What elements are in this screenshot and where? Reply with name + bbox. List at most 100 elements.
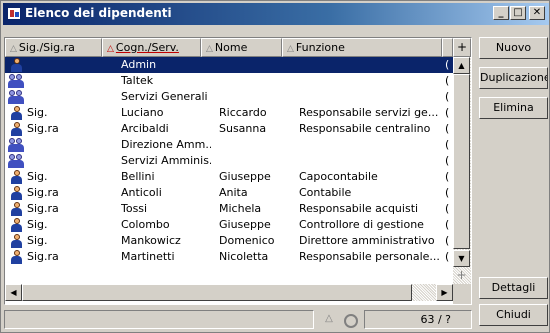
table-row[interactable]: Sig.ra Anticoli Anita Contabile ( — [5, 185, 453, 201]
person-icon — [7, 185, 25, 201]
vertical-scrollbar[interactable]: ▲ ▼ + — [453, 57, 471, 284]
person-icon — [7, 57, 25, 73]
expand-icon[interactable]: + — [453, 268, 470, 284]
cell-extra: ( — [445, 138, 450, 151]
new-button[interactable]: Nuovo — [479, 37, 548, 59]
cell-function: Capocontabile — [299, 170, 378, 183]
table-row[interactable]: Admin ( — [5, 57, 453, 73]
cell-surname: Luciano — [121, 106, 164, 119]
table-row[interactable]: Direzione Amm.... ( — [5, 137, 453, 153]
table-row[interactable]: Taltek ( — [5, 73, 453, 89]
cell-name: Nicoletta — [219, 250, 269, 263]
window-title: Elenco dei dipendenti — [25, 6, 172, 20]
close-button[interactable]: Chiudi — [479, 304, 548, 326]
cell-extra: ( — [445, 74, 450, 87]
cell-extra: ( — [445, 154, 450, 167]
column-header-name[interactable]: △ Nome — [201, 38, 282, 57]
table-row[interactable]: Sig.ra Martinetti Nicoletta Responsabile pe… — [5, 249, 453, 265]
cell-extra: ( — [445, 122, 450, 135]
column-header-title[interactable]: △ Sig./Sig.ra — [5, 38, 102, 57]
column-header-surname[interactable]: △ Cogn./Serv. — [102, 38, 201, 57]
group-icon — [7, 137, 25, 153]
cell-surname: Tossi — [121, 202, 148, 215]
delete-button[interactable]: Elimina — [479, 97, 548, 119]
cell-surname: Admin — [121, 58, 157, 71]
person-icon — [7, 249, 25, 265]
table-row[interactable]: Servizi Amminis... ( — [5, 153, 453, 169]
employee-list[interactable]: △ Sig./Sig.ra △ Cogn./Serv. △ Nome △ Funzion… — [4, 37, 472, 305]
person-icon — [7, 217, 25, 233]
cell-surname: Mankowicz — [121, 234, 181, 247]
person-icon — [7, 121, 25, 137]
cell-extra: ( — [445, 202, 450, 215]
cell-title: Sig.ra — [27, 202, 59, 215]
cell-function: Direttore amministrativo ... — [299, 234, 439, 247]
cell-extra: ( — [445, 250, 450, 263]
list-rows: Admin (Taltek (Servizi Generali (Sig. Lucian… — [5, 57, 453, 284]
table-row[interactable]: Sig. Colombo Giuseppe Controllore di gestio… — [5, 217, 453, 233]
cell-name: Michela — [219, 202, 262, 215]
cell-title: Sig. — [27, 106, 48, 119]
cell-surname: Servizi Amminis... — [121, 154, 211, 167]
cell-function: Responsabile servizi ge... — [299, 106, 439, 119]
column-header-extra[interactable] — [442, 38, 453, 57]
add-column-button[interactable]: + — [453, 38, 471, 57]
table-row[interactable]: Sig.ra Tossi Michela Responsabile acquisti ( — [5, 201, 453, 217]
cell-surname: Arcibaldi — [121, 122, 169, 135]
cell-name: Domenico — [219, 234, 275, 247]
cell-extra: ( — [445, 106, 450, 119]
cell-title: Sig. — [27, 170, 48, 183]
person-icon — [7, 169, 25, 185]
details-button[interactable]: Dettagli — [479, 277, 548, 299]
cell-extra: ( — [445, 234, 450, 247]
cell-title: Sig.ra — [27, 186, 59, 199]
person-icon — [7, 233, 25, 249]
table-row[interactable]: Sig. Luciano Riccardo Responsabile servizi … — [5, 105, 453, 121]
table-row[interactable]: Sig. Mankowicz Domenico Direttore amministr… — [5, 233, 453, 249]
vertical-scroll-thumb[interactable] — [453, 74, 470, 249]
cell-surname: Servizi Generali — [121, 90, 208, 103]
group-icon — [7, 73, 25, 89]
close-window-button[interactable]: ✕ — [529, 6, 545, 20]
scroll-right-icon[interactable]: ▶ — [436, 284, 453, 301]
person-icon — [7, 105, 25, 121]
cell-title: Sig. — [27, 218, 48, 231]
horizontal-scrollbar[interactable]: ◀ ▶ — [5, 284, 453, 301]
group-icon — [7, 153, 25, 169]
scroll-up-icon[interactable]: ▲ — [453, 57, 470, 74]
cell-function: Contabile — [299, 186, 352, 199]
table-row[interactable]: Sig.ra Arcibaldi Susanna Responsabile centr… — [5, 121, 453, 137]
cell-title: Sig.ra — [27, 122, 59, 135]
cell-name: Susanna — [219, 122, 267, 135]
app-icon — [7, 7, 21, 20]
scroll-left-icon[interactable]: ◀ — [5, 284, 22, 301]
title-bar[interactable]: Elenco dei dipendenti _ □ ✕ — [3, 3, 549, 25]
table-row[interactable]: Servizi Generali ( — [5, 89, 453, 105]
status-text-area — [4, 310, 314, 329]
sort-indicator-icon: △ — [10, 44, 17, 54]
cell-extra: ( — [445, 170, 450, 183]
maximize-button[interactable]: □ — [510, 6, 526, 20]
scroll-down-icon[interactable]: ▼ — [453, 250, 470, 267]
cell-surname: Taltek — [121, 74, 154, 87]
refresh-icon[interactable] — [342, 312, 360, 328]
table-row[interactable]: Sig. Bellini Giuseppe Capocontabile ( — [5, 169, 453, 185]
cell-name: Giuseppe — [219, 218, 271, 231]
sort-indicator-icon: △ — [287, 44, 294, 54]
record-count: 63 / ? — [364, 310, 472, 329]
cell-function: Responsabile centralino — [299, 122, 431, 135]
column-header-function[interactable]: △ Funzione — [282, 38, 442, 57]
cell-extra: ( — [445, 90, 450, 103]
cell-function: Controllore di gestione — [299, 218, 424, 231]
cell-title: Sig.ra — [27, 250, 59, 263]
minimize-button[interactable]: _ — [493, 6, 509, 20]
cell-surname: Anticoli — [121, 186, 162, 199]
cell-function: Responsabile personale... — [299, 250, 439, 263]
horizontal-scroll-thumb[interactable] — [22, 284, 412, 301]
duplicate-button[interactable]: Duplicazione — [479, 67, 548, 89]
cell-extra: ( — [445, 218, 450, 231]
scrollbar-corner — [453, 284, 471, 304]
cell-name: Riccardo — [219, 106, 267, 119]
cell-surname: Martinetti — [121, 250, 175, 263]
cell-surname: Bellini — [121, 170, 155, 183]
